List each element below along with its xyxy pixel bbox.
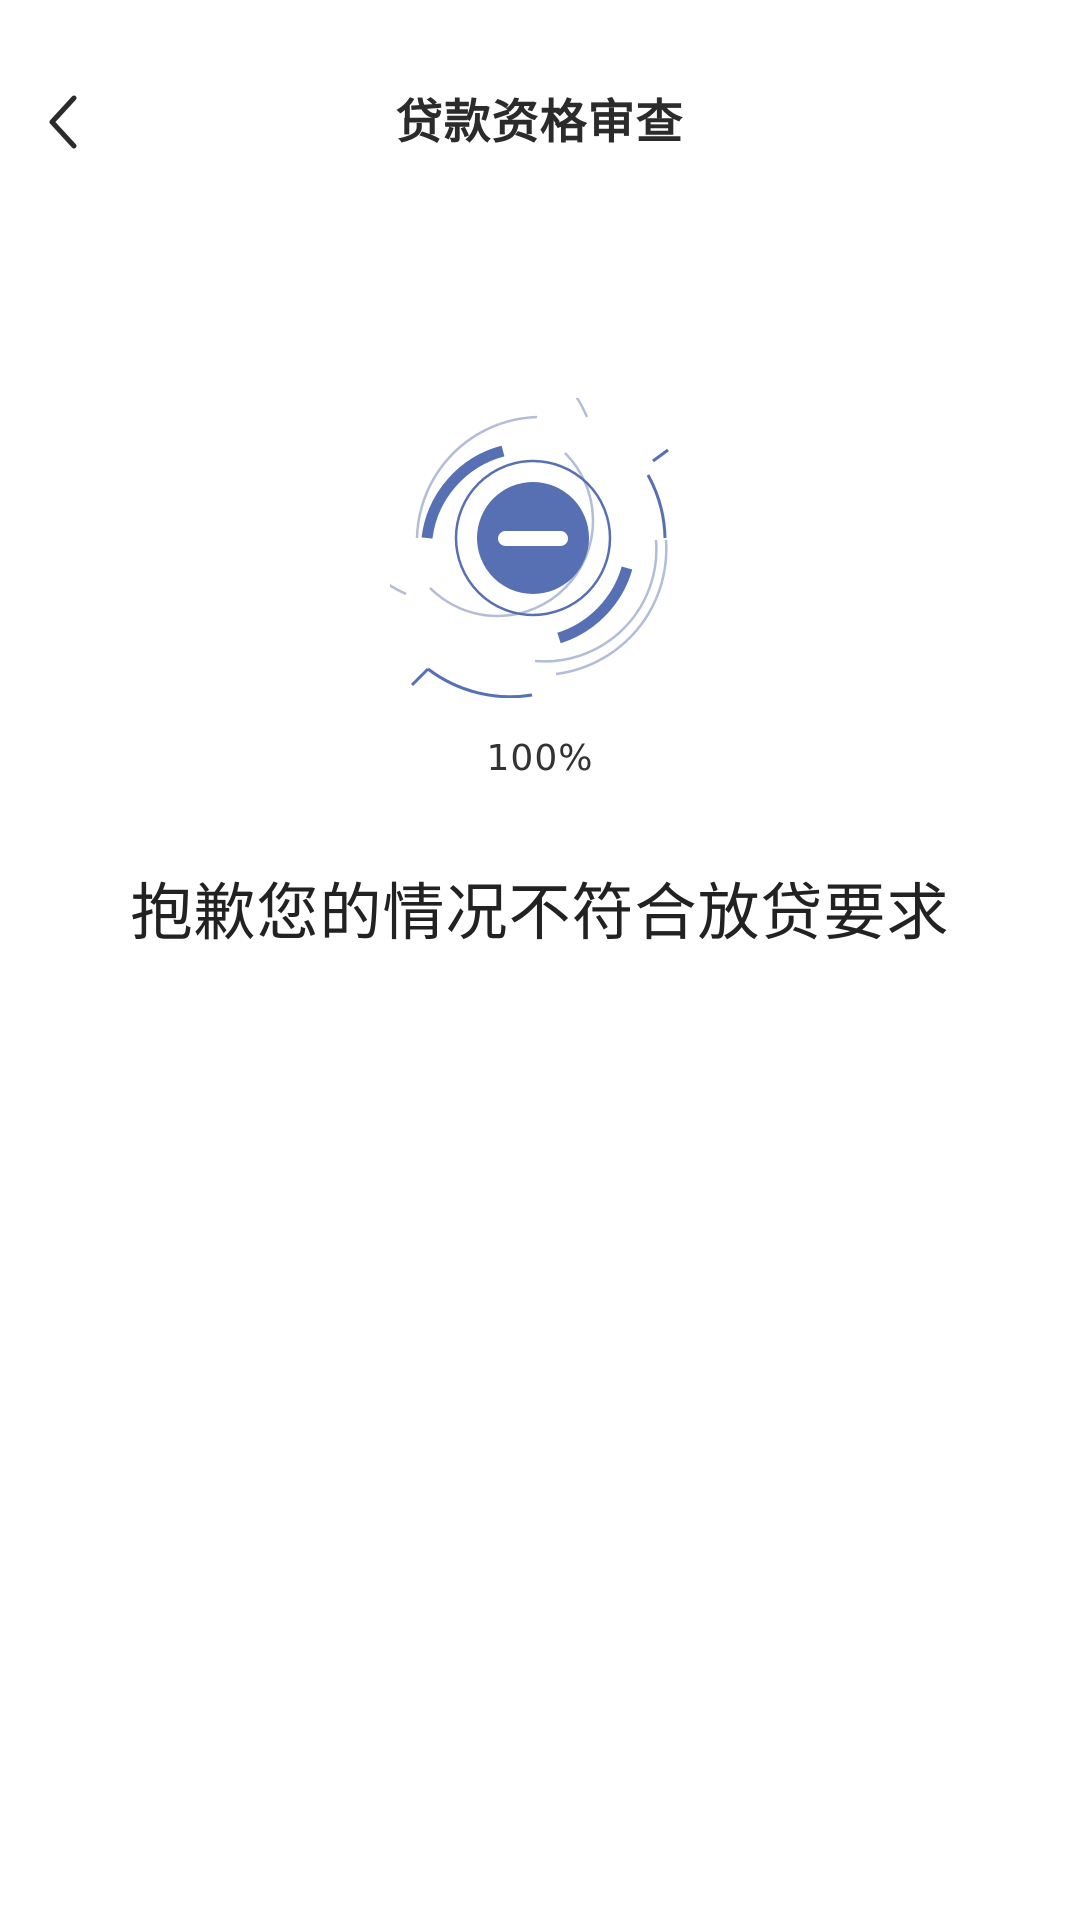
page-title: 贷款资格审查 [396,95,684,150]
outer-dark-arc-bottom [427,667,533,699]
navigation-bar: 贷款资格审查 [0,60,1080,186]
minus-bar [498,531,568,546]
review-status-graphic [324,332,690,699]
outer-dark-arc-right [646,474,667,539]
progress-percentage: 100% [486,738,594,779]
outer-dark-tick-right [652,448,669,463]
minus-circle-icon [324,332,669,699]
outer-dark-tick-bottom [410,667,430,687]
loan-eligibility-page: 贷款资格审查 100% 抱歉您的情况不符合放贷要求 [0,0,1080,1920]
result-message: 抱歉您的情况不符合放贷要求 [130,876,950,949]
